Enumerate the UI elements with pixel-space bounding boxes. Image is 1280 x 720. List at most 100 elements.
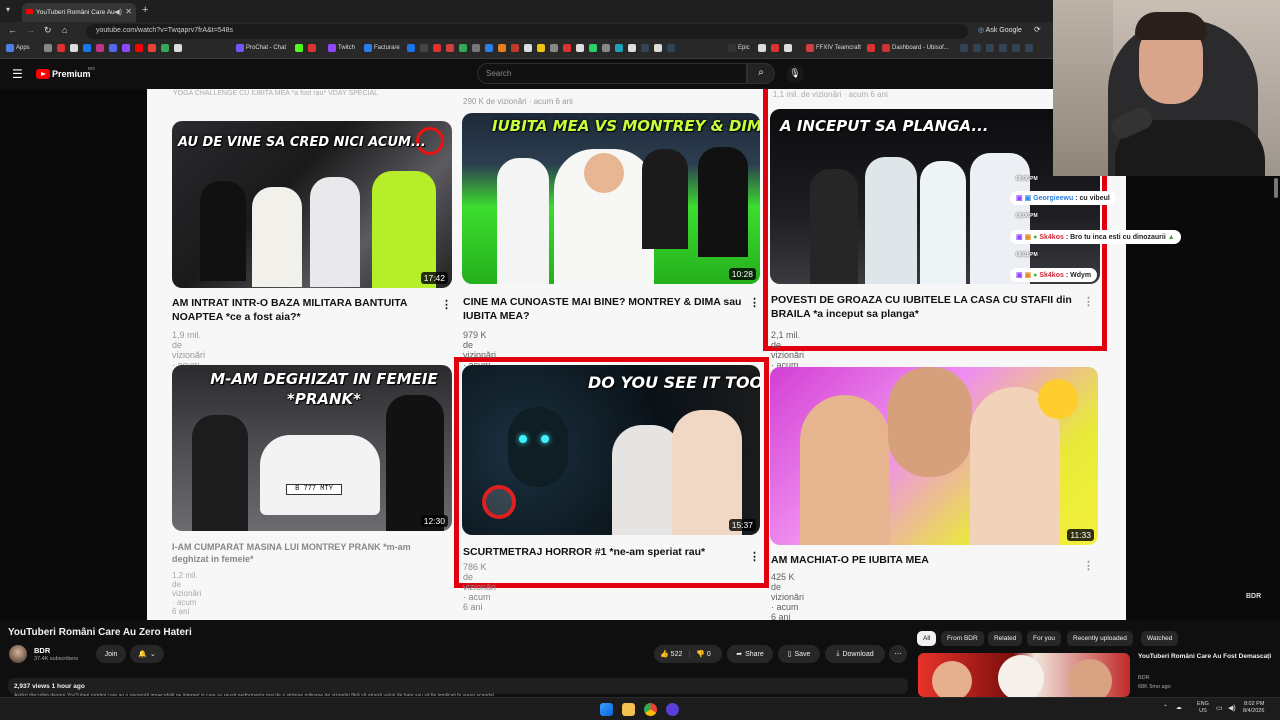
bookmark-icon [615, 44, 623, 52]
bookmark-icons-group-4[interactable] [758, 44, 792, 52]
network-icon[interactable]: ▭ [1216, 704, 1223, 712]
bookmark-ubisoft[interactable]: Dashboard - Ubisof... [882, 44, 949, 52]
bookmarks-bar: Apps ProChat - Chat Twitch Facturare Epi… [0, 41, 1053, 59]
more-options-icon[interactable]: ⋮ [1083, 559, 1094, 572]
more-options-icon[interactable]: ⋮ [1083, 295, 1094, 308]
forward-icon[interactable]: → [26, 25, 35, 35]
system-tray[interactable]: ⌃ ☁ [1163, 704, 1182, 711]
video-title[interactable]: AM MACHIAT-O PE IUBITA MEA [771, 553, 1071, 567]
share-button[interactable]: ➦ Share [727, 645, 773, 663]
like-button[interactable]: 👍 522 [660, 650, 682, 658]
language-code: ENG [1197, 701, 1209, 707]
reload-icon[interactable]: ↻ [44, 25, 52, 36]
notification-bell-button[interactable]: 🔔 ⌄ [130, 645, 164, 663]
download-button[interactable]: ⤓ Download [825, 645, 885, 663]
search-button[interactable]: ⌕ [747, 63, 775, 84]
file-explorer-icon[interactable] [622, 703, 635, 716]
microphone-icon: 🎙 [789, 68, 801, 78]
bookmark-icon [999, 44, 1007, 52]
video-thumbnail[interactable]: AU DE VINE SA CRED NICI ACUM... 17:42 [172, 121, 452, 288]
more-options-icon[interactable]: ⋮ [749, 296, 760, 309]
video-title[interactable]: I-AM CUMPARAT MASINA LUI MONTREY PRANK *… [172, 541, 432, 565]
youtube-header: ☰ Premium RO Search ⌕ 🎙 [0, 59, 1053, 89]
video-thumbnail[interactable]: 11:33 [770, 367, 1098, 545]
video-thumbnail[interactable]: DO YOU SEE IT TOO? 15:37 [462, 365, 760, 535]
chip-related[interactable]: Related [988, 631, 1023, 646]
bookmark-twitch[interactable]: Twitch [328, 44, 355, 52]
chip-watched[interactable]: Watched [1141, 631, 1179, 646]
scrollbar-thumb[interactable] [1274, 178, 1278, 198]
bookmark-icon [602, 44, 610, 52]
bookmark-epic[interactable]: Epic [728, 44, 750, 52]
more-actions-button[interactable]: ⋯ [889, 645, 907, 663]
chat-time: 08:00 PM [1016, 176, 1038, 182]
ask-google-button[interactable]: ◎ Ask Google [978, 26, 1022, 34]
chevron-up-icon: ⌃ [1163, 705, 1169, 711]
extensions-icon[interactable]: ⟳ [1034, 25, 1041, 34]
bookmark-facturare[interactable]: Facturare [364, 44, 400, 52]
bookmark-apps[interactable]: Apps [6, 44, 30, 52]
dislike-button[interactable]: 👎 0 [696, 650, 711, 658]
video-title[interactable]: CINE MA CUNOASTE MAI BINE? MONTREY & DIM… [463, 295, 743, 323]
more-options-icon[interactable]: ⋮ [441, 298, 452, 311]
bookmark-icon [174, 44, 182, 52]
video-thumbnail[interactable]: IUBITA MEA VS MONTREY & DIMA 10:28 [462, 113, 760, 284]
obs-icon[interactable] [666, 703, 679, 716]
bookmark-icons-group-3[interactable] [407, 44, 675, 52]
chip-for-you[interactable]: For you [1027, 631, 1062, 646]
tab-search-icon[interactable]: ▾ [6, 5, 10, 14]
search-input[interactable]: Search [477, 63, 747, 84]
taskbar-clock[interactable]: 8:02 PM 8/4/2026 [1243, 701, 1264, 715]
youtube-premium-label[interactable]: Premium [52, 69, 91, 79]
windows-start-icon[interactable] [600, 703, 613, 716]
youtube-logo-icon[interactable] [36, 69, 50, 79]
chip-from-bdr[interactable]: From BDR [941, 631, 984, 646]
join-button[interactable]: Join [96, 645, 126, 663]
bookmark-icons-group-5[interactable] [960, 44, 1033, 52]
bookmark-icon [576, 44, 584, 52]
car [260, 435, 380, 515]
video-duration: 12:30 [420, 515, 448, 527]
recommended-video-title[interactable]: YouTuberi Români Care Au Fost Demascați [1138, 652, 1273, 661]
video-title[interactable]: POVESTI DE GROAZA CU IUBITELE LA CASA CU… [771, 293, 1086, 321]
twitch-icon: ▣ [1016, 234, 1023, 241]
like-count: 522 [670, 651, 683, 658]
volume-icon[interactable]: ◀) [1228, 704, 1236, 712]
url-input[interactable]: youtube.com/watch?v=Twqaprv7frA&t=548s [86, 24, 968, 39]
back-icon[interactable]: ← [8, 25, 17, 35]
description-text: Astăzi discutăm despre YouTuberi români … [14, 693, 496, 696]
bookmark-ffxiv[interactable]: FFXIV Teamcraft [806, 44, 861, 52]
voice-search-button[interactable]: 🎙 [786, 65, 804, 83]
video-title[interactable]: AM INTRAT INTR-O BAZA MILITARA BANTUITA … [172, 296, 412, 324]
bookmark-prochat[interactable]: ProChat - Chat [236, 44, 286, 52]
language-indicator[interactable]: ENG US [1197, 701, 1209, 715]
video-thumbnail[interactable]: B 777 MTY M-AM DEGHIZAT IN FEMEIE *PRANK… [172, 365, 452, 531]
home-icon[interactable]: ⌂ [62, 25, 67, 35]
menu-icon[interactable]: ☰ [12, 67, 23, 81]
badge-icon: ▣ [1024, 195, 1032, 202]
chip-recently-uploaded[interactable]: Recently uploaded [1067, 631, 1133, 646]
bookmark-label: Facturare [374, 45, 400, 51]
recommended-channel-name[interactable]: BDR [1138, 675, 1150, 681]
new-tab-button[interactable]: + [142, 4, 148, 16]
recommended-video-thumbnail[interactable] [918, 653, 1130, 697]
chrome-icon[interactable] [644, 703, 657, 716]
bookmark-icons-group-2[interactable] [295, 44, 316, 52]
save-button[interactable]: ▯ Save [778, 645, 820, 663]
speaker-icon[interactable]: ◀) [114, 8, 122, 16]
shelf-background [1053, 0, 1113, 176]
chevron-down-icon: ⌄ [149, 651, 156, 658]
browser-tab-active[interactable]: YouTuberi Români Care Au ◀) ✕ [22, 3, 136, 22]
channel-avatar[interactable] [9, 645, 27, 663]
description-box[interactable] [8, 678, 908, 694]
bookmark-icons-group-1[interactable] [44, 44, 182, 52]
person-figure [192, 415, 248, 531]
bookmark-icon-single[interactable] [867, 44, 875, 52]
channel-name[interactable]: BDR [34, 646, 50, 655]
more-options-icon[interactable]: ⋮ [749, 550, 760, 563]
video-title[interactable]: SCURTMETRAJ HORROR #1 *ne-am speriat rau… [463, 545, 753, 559]
windows-taskbar: ⌃ ☁ ENG US ▭ ◀) 8:02 PM 8/4/2026 [0, 697, 1280, 720]
badge-icon: ▣ [1024, 272, 1032, 279]
close-tab-icon[interactable]: ✕ [125, 7, 132, 16]
chip-all[interactable]: All [917, 631, 937, 646]
